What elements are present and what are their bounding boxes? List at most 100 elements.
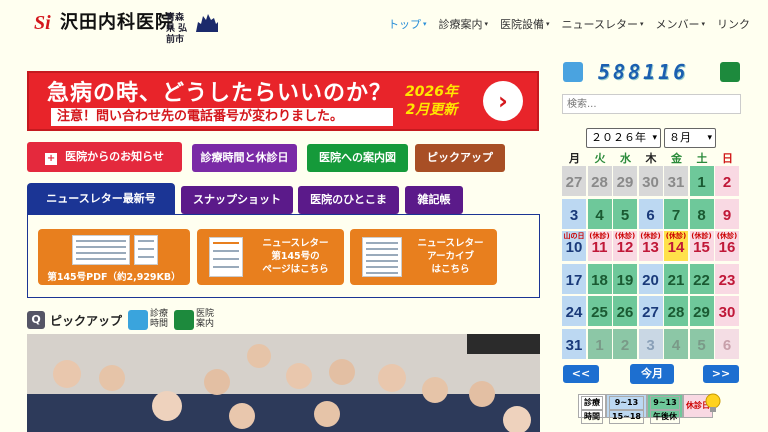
logo-mark[interactable]: Si — [34, 12, 58, 34]
calendar-day: 5 — [613, 198, 637, 229]
banner-update-date: 2026年 2月更新 — [405, 84, 458, 118]
calendar-day: 28 — [587, 166, 612, 196]
tab-hours[interactable]: 診療時間と休診日 — [192, 144, 297, 172]
calendar-day: 5 — [689, 328, 714, 359]
banner-headline: 急病の時、どうしたらいいのか？ — [47, 81, 393, 106]
calendar-day: (休診) 11 — [587, 231, 612, 261]
holiday-label: 山の日 — [563, 232, 585, 240]
calendar-day: 4 — [664, 328, 688, 359]
lightbulb-icon[interactable] — [703, 392, 723, 416]
calendar-day: 31 — [664, 166, 688, 196]
newsletter-pdf-label: 第145号PDF（約2,929KB） — [47, 272, 181, 283]
chevron-down-icon: ▾ — [701, 20, 706, 28]
calendar-day: 1 — [587, 328, 612, 359]
tab-newsletter-latest[interactable]: ニュースレター最新号 — [27, 183, 175, 215]
banner-arrow-icon[interactable]: › — [483, 81, 523, 121]
weekday-header: 火 — [594, 152, 606, 165]
year-select[interactable]: ２０２６年 ▾ — [586, 128, 661, 148]
visitor-counter: 588116 — [598, 60, 689, 84]
counter-icon — [720, 62, 740, 82]
clinic-info-icon[interactable] — [174, 310, 194, 330]
chevron-down-icon: ▾ — [652, 133, 657, 143]
archive-thumbnail — [362, 237, 402, 277]
calendar-day: (休診) 12 — [613, 231, 637, 261]
nav-item[interactable]: リンク — [717, 16, 750, 32]
calendar-day: 6 — [715, 328, 739, 359]
emergency-banner[interactable]: 急病の時、どうしたらいいのか？ 注意！問い合わせ先の電話番号が変わりました。 2… — [27, 71, 539, 131]
calendar-day: 27 — [638, 296, 663, 326]
pickup-title: ピックアップ — [50, 314, 123, 328]
holiday-label: (休診) — [589, 232, 610, 240]
clock-icon[interactable] — [128, 310, 148, 330]
holiday-label: (休診) — [716, 232, 738, 240]
newsletter-archive-line: アーカイブ — [427, 251, 474, 262]
main-nav: トップ ▾ 診療案内 ▾ 医院設備 ▾ ニュースレター ▾ メンバー ▾ リンク — [388, 16, 762, 32]
newsletter-panel: 第145号PDF（約2,929KB） ニュースレター 第145号の ページはこち… — [27, 214, 540, 298]
nav-item[interactable]: 診療案内 ▾ — [439, 16, 489, 32]
weekday-header: 土 — [696, 152, 708, 165]
newsletter-page-button[interactable]: ニュースレター 第145号の ページはこちら — [197, 229, 344, 285]
tab-clinic-moments[interactable]: 医院のひとこま — [298, 186, 399, 214]
calendar-day: 山の日 10 — [562, 231, 586, 261]
current-month-button[interactable]: 今月 — [630, 364, 674, 384]
calendar-day: 23 — [715, 263, 739, 294]
newsletter-page-line: 第145号の — [271, 251, 320, 262]
tab-pickup[interactable]: ピックアップ — [415, 144, 505, 172]
holiday-label: (休診) — [640, 232, 661, 240]
aomori-map-icon — [196, 14, 218, 32]
tab-snapshot[interactable]: スナップショット — [181, 186, 293, 214]
tab-notes[interactable]: 雑記帳 — [405, 186, 463, 214]
calendar-day: 21 — [664, 263, 688, 294]
chevron-down-icon: ▾ — [546, 20, 550, 28]
newsletter-archive-line: ニュースレター — [417, 238, 484, 249]
calendar-day: 25 — [587, 296, 612, 326]
newsletter-pdf-button[interactable]: 第145号PDF（約2,929KB） — [38, 229, 190, 285]
weekday-header: 日 — [722, 152, 733, 165]
chevron-down-icon: ▾ — [423, 20, 427, 28]
tab-access[interactable]: 医院への案内図 — [307, 144, 408, 172]
calendar-day: 26 — [613, 296, 637, 326]
nav-item[interactable]: メンバー ▾ — [656, 16, 706, 32]
nav-item[interactable]: 医院設備 ▾ — [500, 16, 550, 32]
calendar-day: 29 — [689, 296, 714, 326]
hours-link[interactable]: 診療 時間 — [150, 309, 170, 329]
calendar-day: 2 — [613, 328, 637, 359]
tab-notice[interactable]: + 医院からのお知らせ — [27, 142, 182, 172]
legend-full-day: 9~13 15~18 — [606, 394, 647, 424]
nav-item[interactable]: ニュースレター ▾ — [562, 16, 644, 32]
prev-month-button[interactable]: << — [563, 365, 599, 383]
chevron-down-icon: ▾ — [484, 20, 489, 28]
weekday-header: 月 — [569, 152, 580, 165]
calendar-day: 28 — [664, 296, 688, 326]
banner-notice: 注意！問い合わせ先の電話番号が変わりました。 — [51, 108, 393, 126]
nav-item[interactable]: トップ ▾ — [388, 16, 427, 32]
calendar-day: (休診) 15 — [689, 231, 714, 261]
calendar-day: (休診) 14 — [664, 231, 688, 261]
legend-label: 診療 時間 — [578, 394, 606, 424]
calendar-day: 18 — [587, 263, 612, 294]
clinic-info-link[interactable]: 医院 案内 — [196, 309, 216, 329]
calendar-day: 7 — [664, 198, 688, 229]
counter-icon — [563, 62, 583, 82]
legend-half-day: 9~13 午後休 — [646, 394, 683, 424]
plus-icon: + — [45, 153, 58, 165]
newsletter-archive-line: はこちら — [431, 264, 470, 275]
calendar-day: 8 — [689, 198, 714, 229]
search-input[interactable] — [562, 94, 741, 114]
calendar-day: 4 — [587, 198, 612, 229]
newsletter-archive-button[interactable]: ニュースレター アーカイブ はこちら — [350, 229, 497, 285]
calendar-day: 3 — [638, 328, 663, 359]
next-month-button[interactable]: >> — [703, 365, 739, 383]
calendar-day: 30 — [715, 296, 739, 326]
calendar-day: (休診) 13 — [638, 231, 663, 261]
calendar-day: 31 — [562, 328, 586, 359]
magnifier-icon: Q — [27, 311, 45, 329]
calendar-day: 20 — [638, 263, 663, 294]
logo-text[interactable]: 沢田内科医院 — [60, 12, 174, 34]
newsletter-page-line: ニュースレター — [262, 238, 329, 249]
location-label: 青森県 弘前市 — [166, 13, 188, 45]
calendar-day: 17 — [562, 263, 586, 294]
holiday-label: (休診) — [691, 232, 712, 240]
month-select[interactable]: ８月 ▾ — [664, 128, 716, 148]
staff-group-photo — [27, 334, 540, 432]
